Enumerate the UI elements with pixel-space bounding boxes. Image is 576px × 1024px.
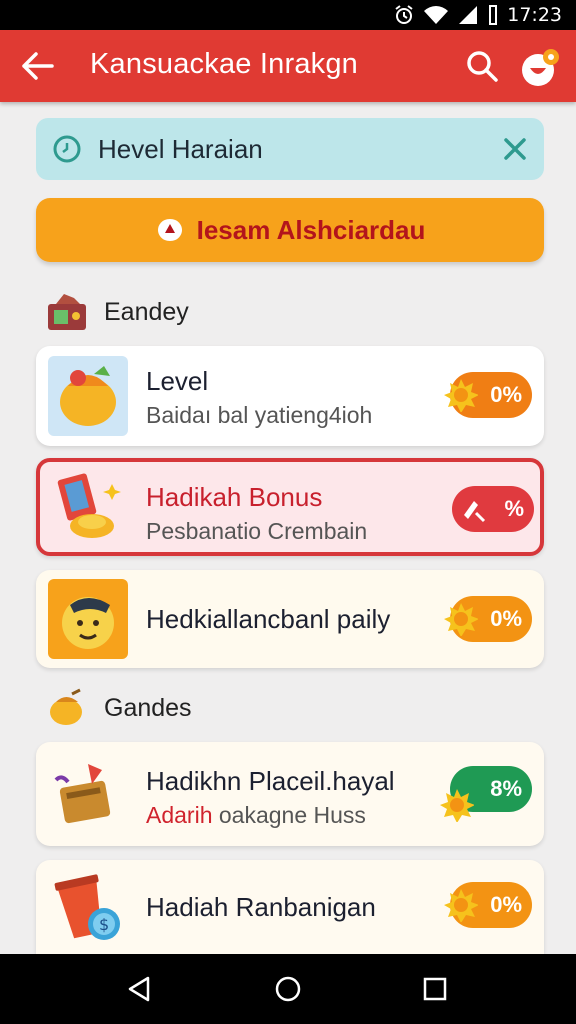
close-icon[interactable] [500, 134, 530, 164]
reward-card[interactable]: Hedkiallancbanl paily 0% [36, 570, 544, 668]
treasure-box-icon [54, 764, 111, 824]
level-banner-label: Hevel Haraian [98, 134, 263, 164]
card-title: Hadikhn Placeil.hayal [146, 766, 395, 796]
reward-card-selected[interactable]: Hadikah Bonus Pesbanatio Crembain % [36, 458, 544, 556]
cards-coin-icon [57, 473, 121, 538]
percent-value: 0% [490, 892, 522, 917]
percent-value: 8% [490, 776, 522, 801]
bag-icon [48, 356, 128, 436]
alarm-icon [395, 5, 413, 24]
vibrate-icon [489, 5, 498, 25]
cta-label: Iesam Alshciardau [196, 214, 426, 245]
subtitle-text: oakagne Huss [218, 802, 366, 828]
cup-coin-icon: $ [54, 874, 120, 940]
nut-icon [50, 688, 82, 725]
app-bar: Kansuackae Inrakgn [0, 30, 576, 102]
card-subtitle: Baidaı bal yatieng4ioh [146, 402, 373, 428]
profile-badge-icon[interactable] [520, 48, 560, 88]
reward-card[interactable]: Hadikhn Placeil.hayal Adarih oakagne Hus… [36, 742, 544, 846]
nav-home-icon[interactable] [273, 974, 303, 1004]
shop-icon [48, 294, 86, 330]
section-header: Eandey [44, 292, 189, 332]
subtitle-highlight: Adarih [146, 802, 213, 828]
percent-value: % [504, 496, 524, 521]
nav-back-icon[interactable] [124, 974, 154, 1004]
back-arrow-icon[interactable] [18, 48, 56, 84]
wifi-icon [424, 6, 449, 24]
section-title: Gandes [104, 693, 192, 722]
sun-badge-icon [444, 889, 478, 922]
page-title: Kansuackae Inrakgn [90, 48, 358, 80]
percent-value: 0% [490, 606, 522, 631]
status-bar: 17:23 [0, 0, 576, 30]
level-banner[interactable]: Hevel Haraian [36, 118, 544, 180]
search-icon[interactable] [464, 48, 500, 84]
nav-recents-icon[interactable] [420, 974, 450, 1004]
card-subtitle: Pesbanatio Crembain [146, 518, 368, 544]
card-title: Hedkiallancbanl paily [146, 604, 391, 634]
percent-badge: 0% [444, 372, 532, 418]
card-title: Level [146, 366, 209, 396]
status-time: 17:23 [507, 4, 562, 26]
primary-cta-button[interactable]: Iesam Alshciardau [36, 198, 544, 262]
section-header: Gandes [44, 688, 192, 728]
card-subtitle: Adarih oakagne Huss [146, 802, 366, 829]
tag-icon [157, 219, 182, 241]
timer-icon [53, 135, 81, 163]
percent-badge: 0% [444, 882, 532, 928]
percent-badge: % [452, 486, 534, 532]
sun-badge-icon [444, 379, 478, 412]
percent-value: 0% [490, 382, 522, 407]
system-nav-bar [0, 954, 576, 1024]
sun-badge-icon [440, 789, 474, 822]
card-title: Hadiah Ranbanigan [146, 892, 376, 922]
signal-icon [459, 6, 478, 24]
section-title: Eandey [104, 297, 189, 326]
sun-badge-icon [444, 603, 478, 636]
svg-text:$: $ [99, 915, 109, 934]
card-title: Hadikah Bonus [146, 482, 323, 512]
emoji-face-icon [48, 579, 128, 659]
tag-icon [464, 501, 486, 523]
reward-card[interactable]: $ Hadiah Ranbanigan 0% [36, 860, 544, 954]
reward-card[interactable]: Level Baidaı bal yatieng4ioh 0% [36, 346, 544, 446]
percent-badge: 0% [444, 596, 532, 642]
percent-badge: 8% [440, 766, 532, 822]
